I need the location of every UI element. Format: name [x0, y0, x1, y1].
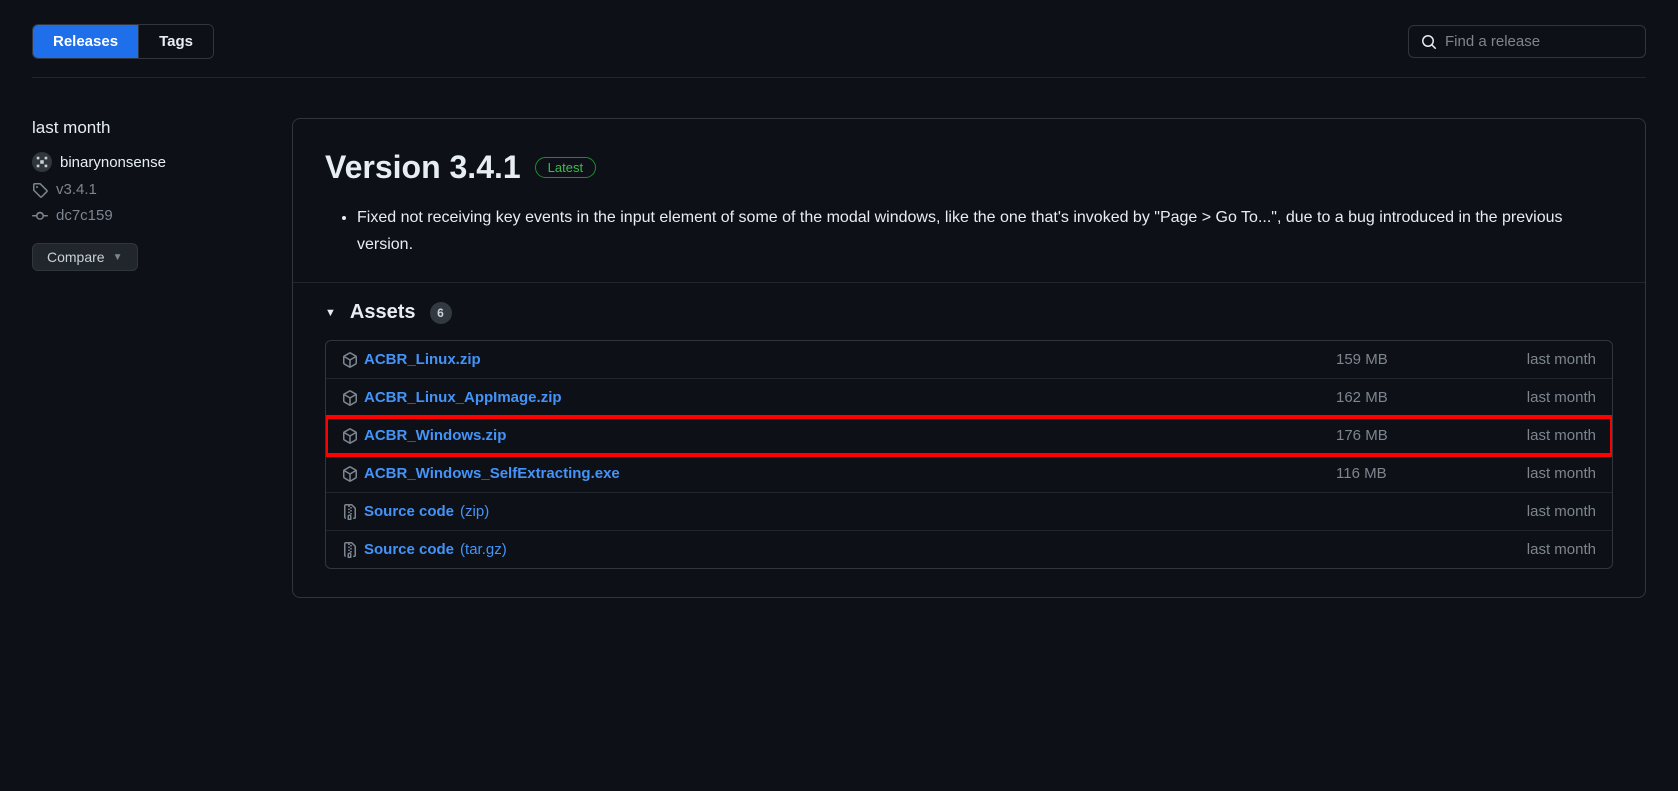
asset-date: last month: [1476, 503, 1596, 520]
asset-row: ACBR_Linux_AppImage.zip 162 MBlast month: [326, 379, 1612, 417]
search-icon: [1421, 34, 1437, 50]
sidebar: last month binarynonsense v3.4.1 dc7c159: [32, 118, 268, 598]
asset-link[interactable]: Source code: [364, 503, 454, 520]
asset-date: last month: [1476, 427, 1596, 444]
tab-tags[interactable]: Tags: [139, 25, 213, 58]
tag-row[interactable]: v3.4.1: [32, 181, 268, 198]
file-zip-icon: [342, 504, 358, 520]
asset-suffix: (zip): [460, 503, 489, 520]
asset-date: last month: [1476, 351, 1596, 368]
compare-button[interactable]: Compare ▼: [32, 243, 138, 271]
file-zip-icon: [342, 542, 358, 558]
caret-down-icon: ▼: [325, 307, 336, 319]
asset-row: ACBR_Linux.zip 159 MBlast month: [326, 341, 1612, 379]
author-name: binarynonsense: [60, 154, 166, 171]
package-icon: [342, 466, 358, 482]
release-note-item: Fixed not receiving key events in the in…: [357, 204, 1613, 258]
tag-name: v3.4.1: [56, 181, 97, 198]
topbar: Releases Tags: [32, 24, 1646, 78]
asset-suffix: (tar.gz): [460, 541, 507, 558]
package-icon: [342, 428, 358, 444]
asset-row: Source code (zip) last month: [326, 493, 1612, 531]
asset-row: Source code (tar.gz) last month: [326, 531, 1612, 568]
release-box: Version 3.4.1 Latest Fixed not receiving…: [292, 118, 1646, 598]
asset-date: last month: [1476, 465, 1596, 482]
release-title: Version 3.4.1: [325, 149, 521, 186]
commit-sha: dc7c159: [56, 207, 113, 224]
assets-list: ACBR_Linux.zip159 MBlast monthACBR_Linux…: [325, 340, 1613, 569]
commit-row[interactable]: dc7c159: [32, 207, 268, 224]
package-icon: [342, 390, 358, 406]
asset-link[interactable]: ACBR_Windows.zip: [364, 427, 506, 444]
assets-heading: Assets: [350, 301, 416, 324]
asset-row: ACBR_Windows.zip 176 MBlast month: [326, 417, 1612, 455]
asset-date: last month: [1476, 389, 1596, 406]
asset-size: 116 MB: [1336, 465, 1476, 482]
caret-down-icon: ▼: [113, 252, 123, 263]
nav-tabs: Releases Tags: [32, 24, 214, 59]
package-icon: [342, 352, 358, 368]
tab-releases[interactable]: Releases: [33, 25, 139, 58]
search-input[interactable]: [1445, 33, 1633, 50]
latest-badge: Latest: [535, 157, 596, 178]
tag-icon: [32, 182, 48, 198]
compare-label: Compare: [47, 249, 105, 265]
release-time: last month: [32, 118, 268, 138]
author-row[interactable]: binarynonsense: [32, 152, 268, 172]
assets-toggle[interactable]: ▼ Assets 6: [325, 301, 1613, 324]
asset-row: ACBR_Windows_SelfExtracting.exe 116 MBlas…: [326, 455, 1612, 493]
asset-date: last month: [1476, 541, 1596, 558]
asset-size: 176 MB: [1336, 427, 1476, 444]
asset-link[interactable]: ACBR_Linux_AppImage.zip: [364, 389, 562, 406]
commit-icon: [32, 208, 48, 224]
search-wrap[interactable]: [1408, 25, 1646, 58]
asset-link[interactable]: Source code: [364, 541, 454, 558]
assets-count-badge: 6: [430, 302, 452, 324]
release-notes: Fixed not receiving key events in the in…: [293, 204, 1645, 282]
asset-link[interactable]: ACBR_Linux.zip: [364, 351, 481, 368]
asset-link[interactable]: ACBR_Windows_SelfExtracting.exe: [364, 465, 620, 482]
asset-size: 162 MB: [1336, 389, 1476, 406]
asset-size: 159 MB: [1336, 351, 1476, 368]
avatar: [32, 152, 52, 172]
